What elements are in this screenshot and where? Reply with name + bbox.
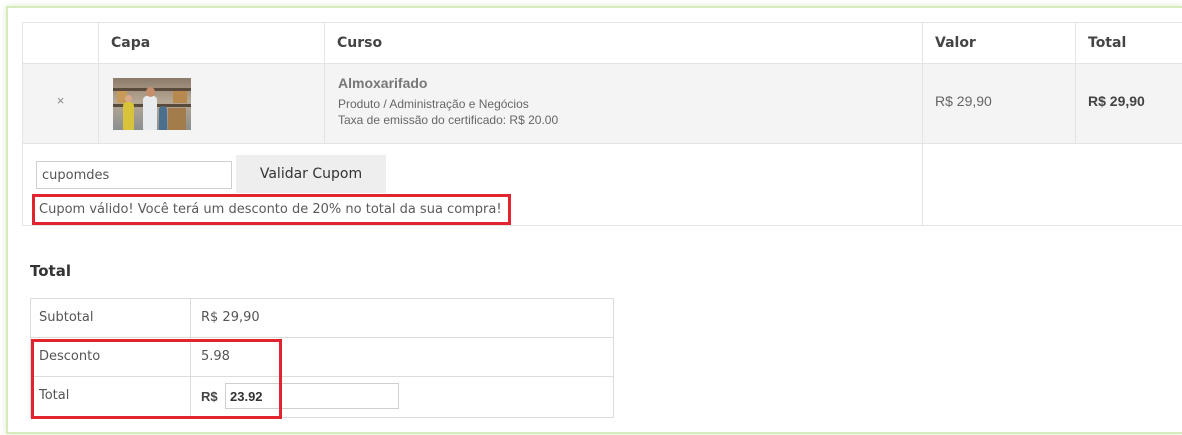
subtotal-label: Subtotal xyxy=(31,299,191,337)
total-amount-field[interactable] xyxy=(225,383,399,409)
subtotal-value: R$ 29,90 xyxy=(201,310,260,325)
totals-table: Subtotal R$ 29,90 Desconto 5.98 Total R$ xyxy=(30,298,614,418)
coupon-input[interactable] xyxy=(36,161,232,189)
item-price: R$ 29,90 xyxy=(935,93,992,109)
coupon-cell: Validar Cupom Cupom válido! Você terá um… xyxy=(23,144,923,225)
total-label: Total xyxy=(31,377,191,417)
discount-row: Desconto 5.98 xyxy=(31,338,613,377)
course-name[interactable]: Almoxarifado xyxy=(338,75,427,91)
header-total: Total xyxy=(1088,35,1127,51)
course-cover-image[interactable] xyxy=(113,78,191,130)
course-cell: Almoxarifado Produto / Administração e N… xyxy=(325,64,923,143)
price-cell: R$ 29,90 xyxy=(923,64,1076,143)
cart-header-row: Capa Curso Valor Total xyxy=(22,22,1182,64)
discount-value: 5.98 xyxy=(201,349,230,364)
header-remove xyxy=(23,23,99,63)
total-row: Total R$ xyxy=(31,377,613,417)
item-total: R$ 29,90 xyxy=(1088,93,1145,109)
subtotal-row: Subtotal R$ 29,90 xyxy=(31,299,613,338)
coupon-row: Validar Cupom Cupom válido! Você terá um… xyxy=(22,144,1182,226)
certificate-fee: Taxa de emissão do certificado: R$ 20.00 xyxy=(338,113,559,127)
header-cover: Capa xyxy=(99,23,325,63)
validate-coupon-button[interactable]: Validar Cupom xyxy=(236,155,386,193)
header-price: Valor xyxy=(923,23,1076,63)
discount-label: Desconto xyxy=(31,338,191,376)
coupon-empty-cell xyxy=(923,144,1182,225)
total-cell: R$ 29,90 xyxy=(1076,64,1182,143)
remove-item-button[interactable]: × xyxy=(23,93,98,108)
cover-cell xyxy=(99,64,325,143)
totals-title: Total xyxy=(30,262,71,280)
coupon-success-message: Cupom válido! Você terá um desconto de 2… xyxy=(32,194,511,225)
course-category: Produto / Administração e Negócios xyxy=(338,97,529,111)
cart-item-row: × Almoxarifado Produto / Administração e… xyxy=(22,64,1182,144)
header-course: Curso xyxy=(325,23,923,63)
total-currency: R$ xyxy=(201,389,218,404)
remove-cell: × xyxy=(23,64,99,143)
